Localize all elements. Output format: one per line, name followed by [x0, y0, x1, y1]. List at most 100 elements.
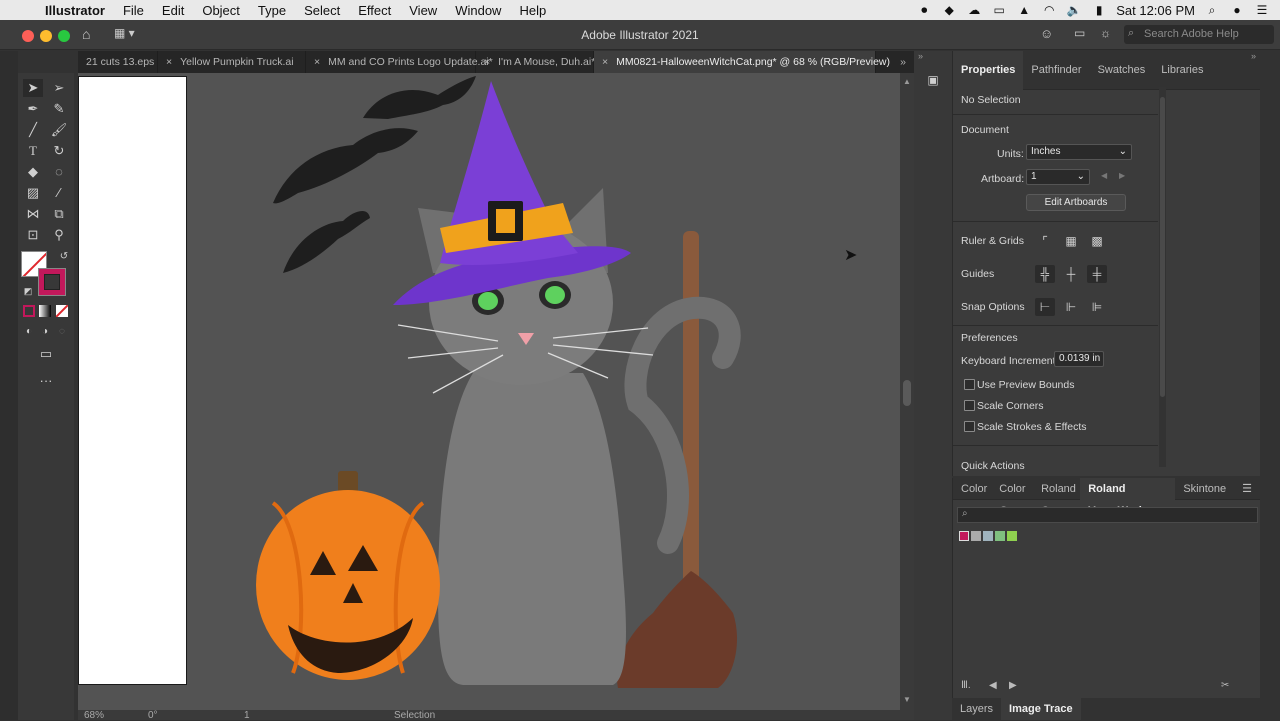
zoom-tool-icon[interactable]: ⚲: [49, 226, 69, 244]
zoom-level-field[interactable]: 68%: [84, 710, 104, 721]
snap-to-glyph-icon[interactable]: ⊫: [1087, 298, 1107, 316]
lock-guides-icon[interactable]: ┼: [1061, 265, 1081, 283]
menu-view[interactable]: View: [400, 3, 446, 18]
tab-color-guide[interactable]: Color Gu: [995, 478, 1037, 517]
menu-help[interactable]: Help: [510, 3, 555, 18]
tab-color[interactable]: Color: [953, 478, 995, 500]
menu-edit[interactable]: Edit: [153, 3, 193, 18]
close-tab-icon[interactable]: ×: [166, 56, 172, 68]
close-tab-icon[interactable]: ×: [484, 56, 490, 68]
type-tool-icon[interactable]: T: [23, 142, 43, 160]
line-tool-icon[interactable]: ╱: [23, 121, 43, 139]
close-tab-icon[interactable]: ×: [314, 56, 320, 68]
clock[interactable]: Sat 12:06 PM: [1116, 3, 1195, 18]
tab-swatches[interactable]: Swatches: [1090, 51, 1154, 90]
volume-icon[interactable]: 🔈: [1066, 3, 1082, 17]
transparency-grid-icon[interactable]: ▩: [1087, 232, 1107, 250]
next-artboard-icon[interactable]: ▶: [1119, 171, 1125, 180]
eraser-tool-icon[interactable]: ◆: [23, 163, 43, 181]
eyedropper-tool-icon[interactable]: ⁄: [49, 184, 69, 202]
selection-tool-icon[interactable]: ➤: [23, 79, 43, 97]
edit-artboards-button[interactable]: Edit Artboards: [1026, 194, 1126, 211]
smart-guides-icon[interactable]: ╪: [1087, 265, 1107, 283]
swatch-magenta[interactable]: [959, 531, 969, 541]
swatch-lime[interactable]: [1007, 531, 1017, 541]
collapse-panels-icon[interactable]: »: [918, 51, 923, 61]
search-adobe-help-input[interactable]: Search Adobe Help: [1124, 25, 1274, 44]
tab-im-a-mouse[interactable]: × I'm A Mouse, Duh.ai*: [476, 51, 595, 73]
menu-object[interactable]: Object: [193, 3, 249, 18]
artboard-tool-icon[interactable]: ⊡: [23, 226, 43, 244]
pen-tool-icon[interactable]: ✒: [23, 100, 43, 118]
break-link-icon[interactable]: ✂: [1221, 680, 1229, 691]
scale-strokes-checkbox[interactable]: [964, 421, 975, 432]
swatch-gray[interactable]: [971, 531, 981, 541]
menu-app-name[interactable]: Illustrator: [36, 3, 114, 18]
change-screen-mode-icon[interactable]: ▭: [36, 345, 56, 363]
draw-inside-icon[interactable]: ◌: [52, 323, 72, 341]
edit-toolbar-icon[interactable]: ···: [36, 372, 56, 390]
tab-roland-c[interactable]: Roland C: [1037, 478, 1080, 517]
none-mode-icon[interactable]: [56, 305, 68, 317]
close-tab-icon[interactable]: ×: [602, 56, 608, 68]
properties-scrollbar[interactable]: [1159, 87, 1166, 467]
tab-overflow-icon[interactable]: »: [876, 51, 914, 73]
snap-to-point-icon[interactable]: ⊢: [1035, 298, 1055, 316]
grid-icon[interactable]: ▦: [1061, 232, 1081, 250]
lasso-tool-icon[interactable]: ◌: [49, 163, 69, 181]
notification-center-icon[interactable]: ☰: [1254, 3, 1270, 17]
scroll-up-icon[interactable]: ▲: [903, 77, 911, 86]
tab-21-cuts[interactable]: 21 cuts 13.eps: [78, 51, 158, 73]
tab-roland-versaworks[interactable]: Roland VersaWorks: [1080, 477, 1176, 517]
canvas[interactable]: ➤: [78, 73, 900, 710]
show-guides-icon[interactable]: ╬: [1035, 265, 1055, 283]
rotate-tool-icon[interactable]: ↻: [49, 142, 69, 160]
halloween-witch-cat-artwork[interactable]: [78, 73, 900, 710]
menu-file[interactable]: File: [114, 3, 153, 18]
gradient-mode-icon[interactable]: [39, 305, 51, 317]
previous-icon[interactable]: ◀: [989, 680, 997, 691]
units-select[interactable]: Inches ⌄: [1026, 144, 1132, 160]
curvature-tool-icon[interactable]: ✎: [49, 100, 69, 118]
tab-image-trace[interactable]: Image Trace: [1001, 698, 1081, 720]
gradient-tool-icon[interactable]: ▨: [23, 184, 43, 202]
siri-icon[interactable]: ●: [1229, 3, 1245, 17]
menu-type[interactable]: Type: [249, 3, 295, 18]
tab-yellow-pumpkin-truck[interactable]: × Yellow Pumpkin Truck.ai: [158, 51, 306, 73]
swap-fill-stroke-icon[interactable]: ↺: [54, 248, 74, 266]
expand-panel-icon[interactable]: »: [1251, 51, 1256, 61]
swatch-libraries-icon[interactable]: Ⅲ.: [961, 680, 971, 691]
tab-libraries[interactable]: Libraries: [1153, 51, 1211, 90]
rotation-field[interactable]: 0°: [148, 710, 158, 721]
discover-lightbulb-icon[interactable]: ☼: [1100, 26, 1111, 40]
display-icon[interactable]: ▭: [991, 3, 1007, 17]
paintbrush-tool-icon[interactable]: 🖌: [49, 121, 69, 139]
next-icon[interactable]: ▶: [1009, 680, 1017, 691]
panel-dock-icon[interactable]: ▣: [923, 71, 943, 89]
width-tool-icon[interactable]: ⋈: [23, 205, 43, 223]
dropbox-icon[interactable]: ◆: [941, 3, 957, 17]
direct-selection-tool-icon[interactable]: ➢: [49, 79, 69, 97]
artboard-navigator[interactable]: 1: [244, 710, 250, 721]
keyboard-increment-field[interactable]: 0.0139 in: [1054, 351, 1104, 367]
color-mode-icon[interactable]: [23, 305, 35, 317]
tab-pathfinder[interactable]: Pathfinder: [1023, 51, 1089, 90]
shape-builder-tool-icon[interactable]: ⧉: [49, 205, 69, 223]
default-fill-stroke-icon[interactable]: ◩: [18, 282, 38, 300]
previous-artboard-icon[interactable]: ◀: [1101, 171, 1107, 180]
scroll-thumb[interactable]: [903, 380, 911, 406]
stop-record-icon[interactable]: ⏺: [916, 3, 932, 17]
panel-menu-icon[interactable]: ☰: [1234, 478, 1260, 500]
tab-layers[interactable]: Layers: [952, 698, 1001, 720]
tab-halloween-witch-cat[interactable]: × MM0821-HalloweenWitchCat.png* @ 68 % (R…: [594, 51, 890, 73]
tab-mm-co-logo[interactable]: × MM and CO Prints Logo Update.ai*: [306, 51, 493, 73]
share-icon[interactable]: ☺: [1040, 26, 1053, 41]
scale-corners-checkbox[interactable]: [964, 400, 975, 411]
spotlight-search-icon[interactable]: ⌕: [1204, 3, 1220, 17]
creative-cloud-icon[interactable]: ☁: [966, 3, 982, 17]
menu-effect[interactable]: Effect: [349, 3, 400, 18]
tab-properties[interactable]: Properties: [953, 50, 1024, 90]
wifi-icon[interactable]: ◠: [1041, 3, 1057, 17]
airplay-icon[interactable]: ▲: [1016, 3, 1032, 17]
arrange-documents-icon[interactable]: ▭: [1074, 26, 1085, 40]
